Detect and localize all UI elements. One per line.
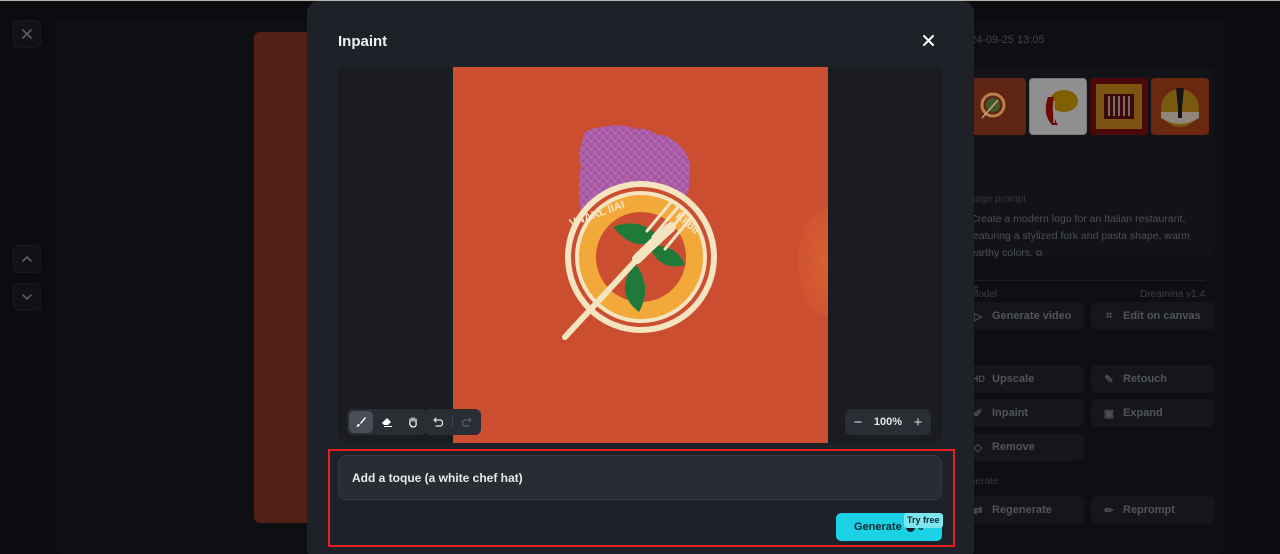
logo-thumbnail-icon bbox=[1096, 84, 1142, 129]
remove-button[interactable]: ◇ Remove bbox=[960, 433, 1084, 461]
image-prompt-text: Create a modern logo for an Italian rest… bbox=[970, 211, 1210, 262]
thumbnail-3[interactable] bbox=[1090, 78, 1148, 135]
image-prompt-value: Create a modern logo for an Italian rest… bbox=[970, 213, 1191, 259]
generate-video-label: Generate video bbox=[992, 310, 1072, 322]
inpaint-prompt-input[interactable]: Add a toque (a white chef hat) bbox=[338, 455, 942, 500]
model-row: Model Dreamina v1.4 bbox=[970, 280, 1205, 300]
inpaint-button[interactable]: ✐ Inpaint bbox=[960, 399, 1084, 427]
section-label-regenerate: nerate bbox=[970, 476, 999, 487]
undo-button[interactable] bbox=[426, 411, 450, 433]
expand-icon: ▣ bbox=[1103, 407, 1115, 420]
zoom-in-button[interactable]: + bbox=[912, 415, 924, 430]
thumbnail-4[interactable] bbox=[1151, 78, 1209, 135]
inpaint-label: Inpaint bbox=[992, 407, 1029, 419]
brush-tool[interactable] bbox=[349, 411, 373, 433]
expand-label: Expand bbox=[1123, 407, 1163, 419]
brush-tool-group bbox=[347, 409, 427, 435]
edit-on-canvas-button[interactable]: ⌗ Edit on canvas bbox=[1091, 302, 1215, 330]
regenerate-button[interactable]: ⇄ Regenerate bbox=[960, 496, 1084, 524]
app-stage: 24-09-25 13:05 nage prompt Create a mode… bbox=[0, 0, 1280, 554]
zoom-out-button[interactable]: − bbox=[852, 415, 864, 430]
canvas-icon: ⌗ bbox=[1105, 309, 1113, 322]
eraser-icon bbox=[382, 418, 392, 427]
modal-title: Inpaint bbox=[338, 33, 388, 50]
image-prompt-label: nage prompt bbox=[970, 194, 1027, 205]
logo-thumbnail-icon bbox=[1161, 88, 1199, 127]
upscale-label: Upscale bbox=[992, 373, 1035, 385]
regenerate-label: Regenerate bbox=[992, 504, 1052, 516]
undo-icon bbox=[433, 417, 444, 427]
zoom-control: − 100% + bbox=[845, 409, 931, 435]
inpaint-modal: Inpaint VNAKL IIAI KI bII − 100% + Add a… bbox=[307, 1, 974, 554]
zoom-level: 100% bbox=[873, 416, 903, 428]
wand-icon: ✎ bbox=[1104, 373, 1114, 386]
thumbnail-2[interactable] bbox=[1029, 78, 1087, 135]
eraser-tool[interactable] bbox=[375, 411, 399, 433]
reprompt-label: Reprompt bbox=[1123, 504, 1175, 516]
thumbnail-strip bbox=[968, 78, 1209, 135]
close-viewer-button[interactable] bbox=[13, 20, 41, 48]
history-divider bbox=[452, 417, 453, 427]
model-value: Dreamina v1.4 bbox=[1139, 289, 1205, 300]
redo-icon bbox=[461, 417, 472, 427]
logo-image: VNAKL IIAI KI bII bbox=[562, 125, 717, 340]
brush-icon bbox=[356, 417, 366, 427]
upscale-button[interactable]: HD Upscale bbox=[960, 365, 1084, 393]
hand-tool[interactable] bbox=[401, 411, 425, 433]
chevron-down-icon bbox=[22, 294, 32, 300]
source-image[interactable]: VNAKL IIAI KI bII bbox=[453, 67, 828, 443]
retouch-button[interactable]: ✎ Retouch bbox=[1091, 365, 1215, 393]
close-icon bbox=[922, 34, 934, 46]
inpaint-canvas[interactable]: VNAKL IIAI KI bII − 100% + bbox=[338, 67, 942, 443]
chevron-up-icon bbox=[22, 256, 32, 262]
copy-icon[interactable]: ⧉ bbox=[1036, 248, 1042, 258]
details-side-panel: 24-09-25 13:05 nage prompt Create a mode… bbox=[960, 20, 1225, 554]
generate-video-button[interactable]: ▷ Generate video bbox=[960, 302, 1084, 330]
reprompt-button[interactable]: ✏ Reprompt bbox=[1091, 496, 1215, 524]
history-tool-group bbox=[424, 409, 481, 435]
retouch-label: Retouch bbox=[1123, 373, 1167, 385]
modal-close-button[interactable] bbox=[919, 31, 937, 49]
close-icon bbox=[22, 29, 32, 39]
thumbnail-1[interactable] bbox=[968, 78, 1026, 135]
hand-icon bbox=[409, 417, 417, 428]
expand-button[interactable]: ▣ Expand bbox=[1091, 399, 1215, 427]
previous-button[interactable] bbox=[13, 245, 41, 273]
generate-label: Generate bbox=[854, 521, 902, 533]
pencil-icon: ✏ bbox=[1104, 504, 1114, 517]
creation-date: 24-09-25 13:05 bbox=[970, 34, 1045, 46]
try-free-badge: Try free bbox=[904, 513, 943, 528]
logo-thumbnail-icon bbox=[1045, 90, 1078, 125]
image-info-card: nage prompt Create a modern logo for an … bbox=[960, 68, 1215, 300]
edit-on-canvas-label: Edit on canvas bbox=[1123, 310, 1201, 322]
redo-button[interactable] bbox=[455, 411, 479, 433]
logo-thumbnail-icon bbox=[980, 92, 1006, 119]
remove-label: Remove bbox=[992, 441, 1035, 453]
inpaint-prompt-value: Add a toque (a white chef hat) bbox=[352, 470, 523, 485]
next-button[interactable] bbox=[13, 283, 41, 311]
